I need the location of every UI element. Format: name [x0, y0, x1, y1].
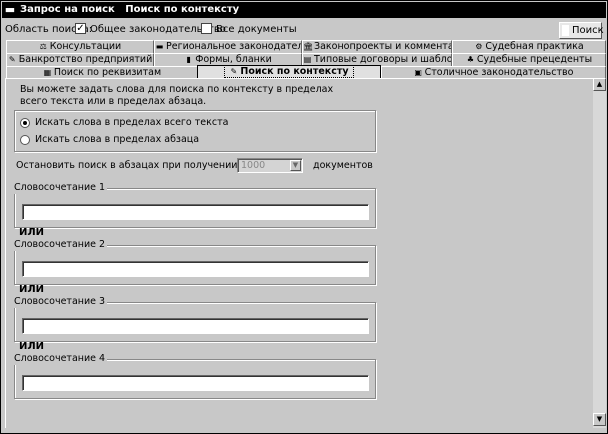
tab-regional-law[interactable]: ▬Региональное законодательство [154, 40, 302, 53]
vertical-scrollbar[interactable]: ▲ ▼ [593, 78, 606, 428]
search-button-label: Поиск [572, 25, 604, 36]
button-indicator [562, 25, 569, 36]
tab-row-1: ⚖Консультации ▬Региональное законодатель… [6, 40, 606, 53]
paragraph-radio-label[interactable]: Искать слова в пределах абзаца [35, 134, 199, 146]
search-request-window: ▬ Запрос на поиск Поиск по контексту Обл… [0, 0, 608, 434]
phrase-group-2: Словосочетание 2 [14, 239, 376, 285]
contracts-icon: ▤ [303, 55, 312, 64]
whole-text-radio[interactable] [20, 118, 30, 128]
phrase-group-1: Словосочетание 1 [14, 182, 376, 228]
scroll-up-icon[interactable]: ▲ [593, 78, 606, 91]
consult-icon: ⚖ [39, 42, 47, 51]
precedent-icon: ♣ [466, 55, 474, 64]
tab-label: Поиск по реквизитам [53, 67, 162, 78]
chevron-down-icon[interactable]: ▼ [290, 160, 301, 171]
tab-label: Региональное законодательство [166, 41, 301, 52]
phrase-group-4: Словосочетание 4 [14, 353, 376, 399]
phrase-3-input[interactable] [22, 318, 369, 334]
tab-label: Поиск по контексту [240, 66, 349, 77]
search-button[interactable]: Поиск [559, 22, 604, 39]
tab-search-by-context[interactable]: ✎ Поиск по контексту [197, 65, 381, 79]
paragraph-radio[interactable] [20, 135, 30, 145]
phrase-1-label: Словосочетание 1 [14, 182, 108, 194]
result-limit-select[interactable]: 1000 ▼ [237, 158, 303, 173]
requisites-icon: ▦ [43, 68, 52, 77]
general-law-checkbox[interactable]: ✓ [75, 23, 86, 34]
search-scope-bar: Область поиска: ✓ Общее законодательство… [1, 19, 607, 39]
phrase-4-label: Словосочетание 4 [14, 353, 108, 365]
building-icon: 🏛 [303, 42, 314, 51]
tab-label: Типовые договоры и шаблоны [314, 54, 452, 65]
tab-label: Судебная практика [485, 41, 584, 52]
phrase-4-input[interactable] [22, 375, 369, 391]
result-limit-value: 1000 [241, 160, 266, 171]
tab-label: Консультации [49, 41, 122, 52]
tab-consultations[interactable]: ⚖ Консультации [6, 40, 154, 53]
tab-label: Законопроекты и комментарии [314, 41, 452, 52]
phrase-1-input[interactable] [22, 204, 369, 220]
court-icon: ⚙ [475, 42, 483, 51]
phrase-group-3: Словосочетание 3 [14, 296, 376, 342]
tab-label: Столичное законодательство [424, 67, 574, 78]
title-bar: ▬ Запрос на поиск Поиск по контексту [2, 2, 606, 18]
documents-label: документов [313, 160, 373, 171]
all-documents-label: Все документы [216, 24, 297, 35]
search-mode-group: Искать слова в пределах всего текста Иск… [14, 110, 376, 152]
tab-bills-comments[interactable]: 🏛Законопроекты и комментарии [302, 40, 452, 53]
forms-icon: ▮ [186, 55, 191, 64]
bankruptcy-icon: ✎ [8, 55, 16, 64]
tab-judicial-practice[interactable]: ⚙ Судебная практика [452, 40, 606, 53]
or-label-3: ИЛИ [19, 341, 45, 352]
tab-bankruptcy[interactable]: ✎ Банкротство предприятий [6, 53, 154, 66]
stop-search-row: Остановить поиск в абзацах при получении… [16, 158, 416, 176]
or-label-1: ИЛИ [19, 227, 45, 238]
window-menu-icon[interactable]: ▬ [4, 4, 16, 16]
capital-icon: ▣ [414, 68, 422, 77]
phrase-3-label: Словосочетание 3 [14, 296, 108, 308]
tab-label: Судебные прецеденты [476, 54, 593, 65]
phrase-2-label: Словосочетание 2 [14, 239, 108, 251]
tab-label: Формы, бланки [195, 54, 272, 65]
window-title: Запрос на поиск Поиск по контексту [20, 4, 240, 15]
phrase-2-input[interactable] [22, 261, 369, 277]
scroll-down-icon[interactable]: ▼ [593, 413, 606, 426]
tab-precedents[interactable]: ♣ Судебные прецеденты [452, 53, 606, 66]
whole-text-radio-label[interactable]: Искать слова в пределах всего текста [35, 117, 228, 129]
intro-text: Вы можете задать слова для поиска по кон… [20, 84, 334, 107]
flag-icon: ▬ [155, 42, 164, 51]
all-documents-checkbox[interactable] [201, 23, 212, 34]
or-label-2: ИЛИ [19, 284, 45, 295]
context-search-panel: Вы можете задать слова для поиска по кон… [5, 78, 593, 428]
context-search-icon: ✎ [230, 67, 238, 76]
tab-label: Банкротство предприятий [18, 54, 153, 65]
